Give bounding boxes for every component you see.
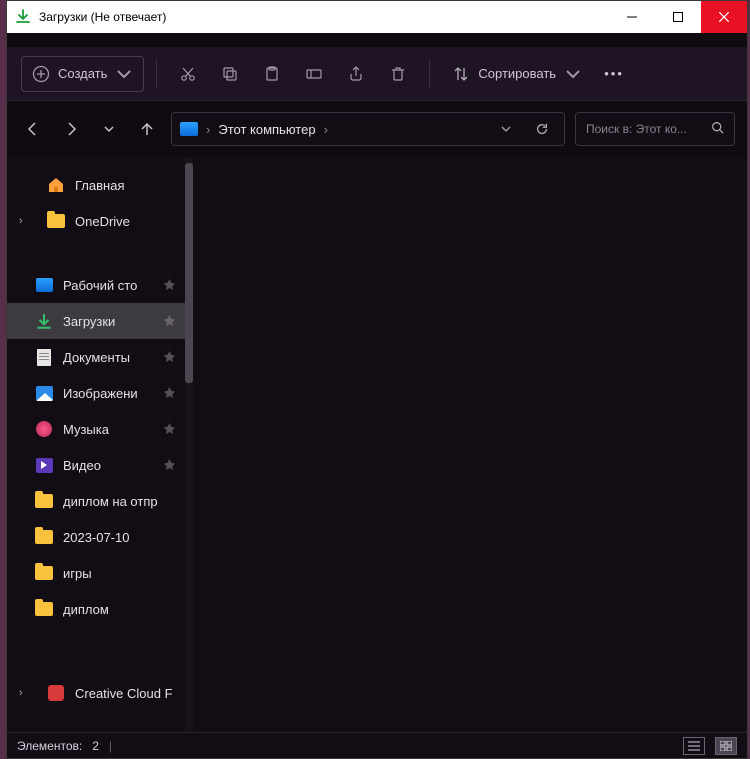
chevron-right-icon: › [324,122,328,137]
sidebar-item-folder[interactable]: 2023-07-10 [7,519,185,555]
videos-icon [35,456,53,474]
body: Главная › OneDrive Рабочий сто Загрузки … [7,157,747,732]
ellipsis-icon: ••• [604,66,624,81]
sort-label: Сортировать [478,66,556,81]
minimize-button[interactable] [609,1,655,33]
sidebar-item-folder[interactable]: диплом на отпр [7,483,185,519]
explorer-window: Загрузки (Не отвечает) Создать [6,0,748,759]
forward-button[interactable] [57,113,85,145]
sidebar-scrollbar[interactable] [185,157,193,732]
clipboard-icon [263,65,281,83]
navigation-pane: Главная › OneDrive Рабочий сто Загрузки … [7,157,185,732]
download-icon [15,9,31,25]
sort-button[interactable]: Сортировать [442,65,592,83]
new-button[interactable]: Создать [21,56,144,92]
sidebar-item-onedrive[interactable]: › OneDrive [7,203,185,239]
folder-icon [35,600,53,618]
music-icon [35,420,53,438]
status-elements-label: Элементов: [17,739,82,753]
sidebar-item-folder[interactable]: игры [7,555,185,591]
pin-icon [164,458,175,473]
rename-icon [305,65,323,83]
desktop-icon [35,276,53,294]
more-button[interactable]: ••• [596,66,632,81]
cut-button[interactable] [169,56,207,92]
chevron-right-icon[interactable]: › [19,687,23,699]
pin-icon [164,314,175,329]
details-view-button[interactable] [683,737,705,755]
chevron-right-icon[interactable]: › [19,215,23,227]
trash-icon [389,65,407,83]
titlebar: Загрузки (Не отвечает) [7,1,747,33]
toolbar: Создать Сортировать ••• [7,47,747,101]
folder-icon [35,564,53,582]
this-pc-icon [180,122,198,136]
delete-button[interactable] [379,56,417,92]
scrollbar-thumb[interactable] [185,163,193,383]
thumbnails-view-button[interactable] [715,737,737,755]
chevron-right-icon: › [206,122,210,137]
file-list[interactable] [193,157,747,732]
search-input[interactable]: Поиск в: Этот ко... [575,112,735,146]
sidebar-item-music[interactable]: Музыка [7,411,185,447]
maximize-button[interactable] [655,1,701,33]
address-dropdown[interactable] [492,123,520,135]
search-icon [711,121,724,137]
chevron-down-icon [564,65,582,83]
folder-icon [47,212,65,230]
scissors-icon [179,65,197,83]
creative-cloud-icon [47,684,65,702]
sidebar-item-videos[interactable]: Видео [7,447,185,483]
tab-strip [7,33,747,47]
recent-button[interactable] [95,113,123,145]
folder-icon [35,528,53,546]
sidebar-item-downloads[interactable]: Загрузки [7,303,185,339]
close-button[interactable] [701,1,747,33]
sidebar-item-desktop[interactable]: Рабочий сто [7,267,185,303]
address-bar[interactable]: › Этот компьютер › [171,112,565,146]
share-button[interactable] [337,56,375,92]
pin-icon [164,386,175,401]
new-button-label: Создать [58,66,107,81]
share-icon [347,65,365,83]
folder-icon [35,492,53,510]
window-title: Загрузки (Не отвечает) [39,10,166,24]
pictures-icon [35,384,53,402]
toolbar-separator [429,60,430,88]
refresh-button[interactable] [528,122,556,136]
copy-icon [221,65,239,83]
paste-button[interactable] [253,56,291,92]
sort-icon [452,65,470,83]
sidebar-item-creative-cloud[interactable]: › Creative Cloud F [7,675,185,711]
back-button[interactable] [19,113,47,145]
home-icon [47,176,65,194]
plus-circle-icon [32,65,50,83]
rename-button[interactable] [295,56,333,92]
pin-icon [164,422,175,437]
sidebar-item-home[interactable]: Главная [7,167,185,203]
copy-button[interactable] [211,56,249,92]
sidebar-item-folder[interactable]: диплом [7,591,185,627]
up-button[interactable] [133,113,161,145]
documents-icon [35,348,53,366]
sidebar-item-documents[interactable]: Документы [7,339,185,375]
downloads-icon [35,312,53,330]
breadcrumb[interactable]: Этот компьютер [218,122,315,137]
address-row: › Этот компьютер › Поиск в: Этот ко... [7,101,747,157]
toolbar-separator [156,60,157,88]
sidebar-item-pictures[interactable]: Изображени [7,375,185,411]
status-bar: Элементов: 2 | [7,732,747,758]
chevron-down-icon [115,65,133,83]
pin-icon [164,350,175,365]
pin-icon [164,278,175,293]
search-placeholder: Поиск в: Этот ко... [586,122,703,136]
status-elements-count: 2 [92,739,99,753]
